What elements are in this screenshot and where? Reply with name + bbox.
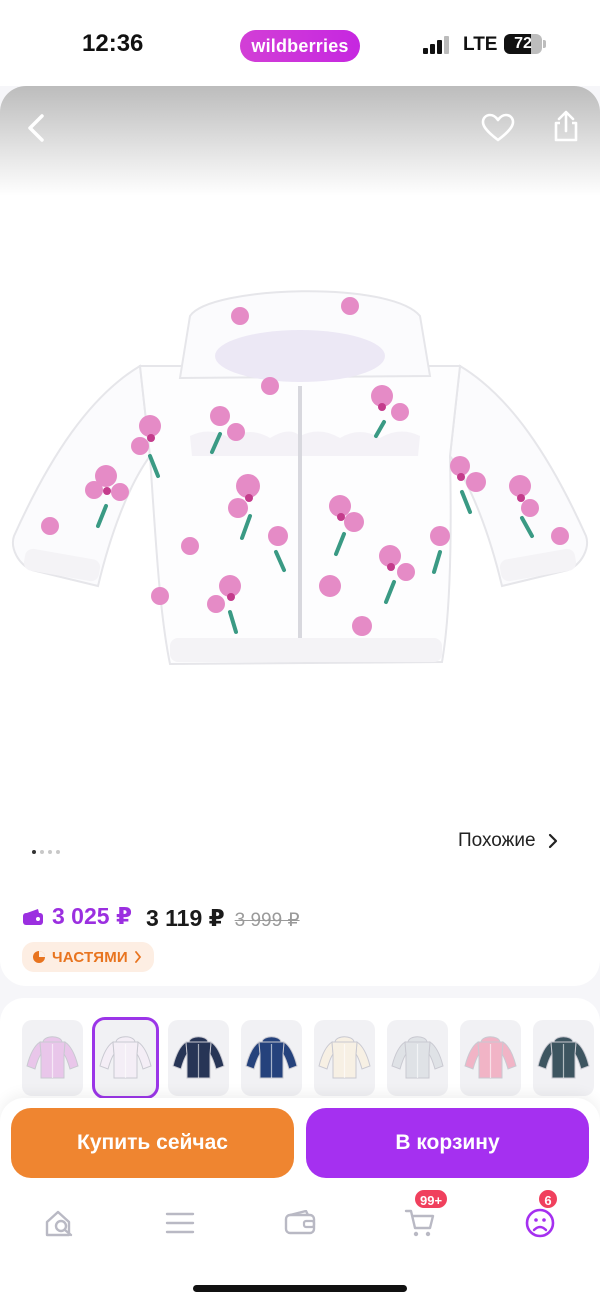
favorite-button[interactable]: [476, 106, 520, 150]
wallet-icon: [284, 1210, 316, 1235]
jacket-thumbnail-icon: [318, 1036, 371, 1079]
jacket-thumbnail-icon: [99, 1036, 152, 1079]
home-indicator: [193, 1285, 407, 1292]
variant-thumb-white-multicolor[interactable]: [314, 1020, 375, 1096]
add-to-cart-button[interactable]: В корзину: [306, 1108, 589, 1178]
chevron-right-icon: [548, 833, 557, 849]
gallery-dot: [56, 850, 60, 854]
buy-now-button[interactable]: Купить сейчас: [11, 1108, 294, 1178]
chevron-right-icon: [134, 951, 142, 963]
wallet-price[interactable]: 3 025 ₽: [22, 903, 132, 930]
search-home-icon: [45, 1210, 73, 1237]
variant-thumb-lilac-floral[interactable]: [22, 1020, 83, 1096]
installment-label: ЧАСТЯМИ: [52, 948, 128, 966]
product-image: [12, 290, 588, 666]
gallery-dot: [32, 850, 36, 854]
jacket-thumbnail-icon: [245, 1036, 298, 1079]
pie-chart-icon: [33, 951, 45, 963]
variant-thumbnails: [22, 1017, 594, 1099]
installment-badge[interactable]: ЧАСТЯМИ: [22, 942, 154, 972]
cart-icon: [404, 1209, 435, 1237]
cart-badge: 99+: [413, 1188, 450, 1210]
tab-cart[interactable]: 99+: [395, 1188, 450, 1248]
variant-thumb-pink[interactable]: [460, 1020, 521, 1096]
brand-logo: wildberries: [240, 30, 360, 62]
battery-level: 72: [514, 35, 532, 52]
heart-icon: [481, 113, 515, 142]
back-button[interactable]: [14, 106, 58, 150]
gallery-dot: [48, 850, 52, 854]
regular-price: 3 119 ₽: [145, 904, 225, 931]
status-bar: 12:36 wildberries LTE 72: [0, 0, 600, 86]
gallery-dot: [40, 850, 44, 854]
wallet-price-value: 3 025 ₽: [52, 903, 132, 929]
jacket-thumbnail-icon: [537, 1036, 590, 1079]
tab-home[interactable]: [35, 1198, 85, 1248]
share-icon: [554, 110, 578, 142]
product-page: 12:36 wildberries LTE 72 Похожие 3 025 ₽…: [0, 0, 600, 1303]
chevron-left-icon: [28, 114, 44, 142]
menu-icon: [165, 1212, 195, 1234]
tab-profile[interactable]: 6: [515, 1188, 565, 1248]
battery-icon: 72: [504, 34, 542, 54]
network-type: LTE: [463, 34, 498, 55]
jacket-thumbnail-icon: [464, 1036, 517, 1079]
similar-link[interactable]: Похожие: [458, 830, 558, 852]
tab-bar: 99+ 6: [0, 1188, 600, 1258]
gallery-pagination: [32, 850, 60, 854]
tab-wallet[interactable]: [275, 1198, 325, 1248]
battery-tip: [543, 40, 546, 48]
share-button[interactable]: [544, 104, 588, 148]
jacket-thumbnail-icon: [391, 1036, 444, 1079]
variant-thumb-white-pink-floral[interactable]: [92, 1017, 159, 1099]
variant-thumb-dark-teal-orange[interactable]: [533, 1020, 594, 1096]
tab-catalog[interactable]: [155, 1198, 205, 1248]
signal-icon: [423, 36, 453, 54]
product-gallery[interactable]: Похожие: [0, 86, 600, 986]
profile-badge: 6: [537, 1188, 559, 1210]
jacket-thumbnail-icon: [172, 1036, 225, 1079]
status-time: 12:36: [82, 30, 144, 57]
profile-icon: [525, 1208, 555, 1238]
wallet-icon: [23, 908, 43, 925]
variant-thumb-navy-floral[interactable]: [168, 1020, 229, 1096]
jacket-thumbnail-icon: [26, 1036, 79, 1079]
variant-thumb-navy-orange[interactable]: [241, 1020, 302, 1096]
old-price: 3 999 ₽: [234, 909, 300, 931]
price-row: 3 025 ₽ 3 119 ₽ 3 999 ₽: [22, 903, 300, 932]
variant-thumb-grey-dots[interactable]: [387, 1020, 448, 1096]
similar-label: Похожие: [458, 830, 536, 851]
